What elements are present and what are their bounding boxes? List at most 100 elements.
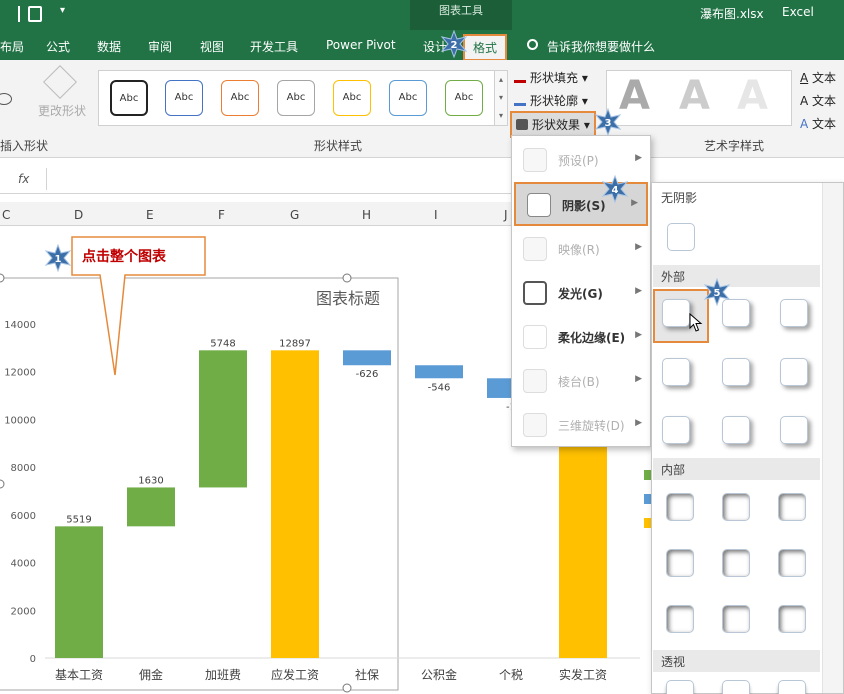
gallery-scrollbar[interactable] [822,183,843,693]
outer-shadow-option[interactable] [780,358,808,386]
3d-rotation-icon [523,413,547,437]
outer-shadow-option[interactable] [662,416,690,444]
column-header[interactable]: H [362,208,371,222]
column-header[interactable]: J [504,208,508,222]
column-header[interactable]: G [290,208,299,222]
menu-item-label: 发光(G) [558,287,603,301]
tab-formulas[interactable]: 公式 [46,38,70,55]
x-tick-label: 公积金 [421,667,457,682]
outer-shadow-option[interactable] [722,416,750,444]
shape-style-swatch[interactable]: Abc [445,80,483,116]
perspective-shadow-option[interactable] [666,680,694,694]
column-header[interactable]: D [74,208,83,222]
menu-item-glow[interactable]: 发光(G) ▶ [512,272,650,314]
menu-item-3d-rotation[interactable]: 三维旋转(D) ▶ [512,404,650,446]
inner-shadow-option[interactable] [722,493,750,521]
wordart-style-icon[interactable]: A [737,73,768,119]
selection-handle[interactable] [342,683,352,693]
inner-shadow-option[interactable] [722,605,750,633]
inner-shadow-option[interactable] [778,493,806,521]
text-fill-icon: A [800,71,809,85]
shape-style-swatch[interactable]: Abc [221,80,259,116]
no-shadow-option[interactable] [667,223,695,251]
data-bar[interactable] [127,487,175,527]
wordart-style-icon[interactable]: A [619,73,650,119]
inner-shadow-option[interactable] [666,493,694,521]
inner-shadow-option[interactable] [666,549,694,577]
print-preview-icon[interactable] [28,6,42,22]
data-label: -626 [356,369,379,380]
column-header[interactable]: I [434,208,438,222]
outer-shadow-option[interactable] [722,358,750,386]
svg-text:5: 5 [714,288,721,299]
shape-effects-icon [516,119,528,130]
quick-access-dropdown-icon[interactable]: ▾ [60,5,65,16]
outer-shadow-option[interactable] [662,358,690,386]
menu-item-reflection[interactable]: 映像(R) ▶ [512,228,650,270]
svg-text:4: 4 [612,185,619,196]
tab-power-pivot[interactable]: Power Pivot [326,38,396,52]
shape-effects-button[interactable]: 形状效果 ▾ [510,111,596,138]
step-badge: 3 [594,107,622,137]
x-tick-label: 社保 [355,667,379,682]
perspective-shadow-option[interactable] [722,680,750,694]
lightbulb-search-icon[interactable] [527,39,538,50]
column-header[interactable]: C [2,208,10,222]
selection-handle[interactable] [0,273,5,283]
menu-item-soft-edges[interactable]: 柔化边缘(E) ▶ [512,316,650,358]
data-bar[interactable] [415,365,463,379]
callout-text: 点击整个图表 [82,249,166,265]
tab-layout[interactable]: 布局 [0,38,24,55]
tab-review[interactable]: 审阅 [148,38,172,55]
tab-data[interactable]: 数据 [97,38,121,55]
column-header[interactable]: E [146,208,154,222]
outer-shadow-option[interactable] [780,299,808,327]
data-label: 5748 [210,338,235,349]
step-badge: 4 [601,174,629,204]
chart-title[interactable]: 图表标题 [316,289,380,308]
perspective-shadow-option[interactable] [778,680,806,694]
submenu-arrow-icon: ▶ [635,418,642,428]
shape-style-swatch[interactable]: Abc [165,80,203,116]
inner-shadow-option[interactable] [778,549,806,577]
data-bar[interactable] [271,350,319,658]
menu-item-label: 映像(R) [558,243,600,257]
shape-fill-button[interactable]: 形状填充 ▾ [514,69,588,86]
shape-style-swatch[interactable]: Abc [110,80,148,116]
text-cmd-label: 文本 [812,71,837,85]
shadow-icon [527,193,551,217]
selection-handle[interactable] [342,273,352,283]
text-cmd-label: 文本 [812,94,837,108]
column-header[interactable]: F [218,208,225,222]
shape-outline-button[interactable]: 形状轮廓 ▾ [514,92,588,109]
fx-icon[interactable]: fx [18,172,29,186]
data-bar[interactable] [55,526,103,658]
inner-shadow-option[interactable] [666,605,694,633]
menu-item-bevel[interactable]: 棱台(B) ▶ [512,360,650,402]
inner-shadow-option[interactable] [722,549,750,577]
wordart-style-icon[interactable]: A [679,73,710,119]
outer-shadow-option[interactable] [780,416,808,444]
shape-style-swatch[interactable]: Abc [389,80,427,116]
shape-style-swatch[interactable]: Abc [333,80,371,116]
tell-me-box[interactable]: 告诉我你想要做什么 [547,38,655,55]
gallery-scroll[interactable]: ▴ ▾ ▾ [494,70,508,126]
outer-shadow-option[interactable] [662,299,690,327]
change-shape-button[interactable]: 更改形状 [38,102,86,119]
data-bar[interactable] [343,350,391,366]
menu-item-preset[interactable]: 预设(P) ▶ [512,139,650,181]
bevel-icon [523,369,547,393]
y-tick-label: 0 [30,654,36,665]
tab-developer[interactable]: 开发工具 [250,38,298,55]
selection-handle[interactable] [0,479,5,489]
text-fill-button[interactable]: A 文本 [800,69,836,86]
inner-shadow-option[interactable] [778,605,806,633]
y-tick-label: 4000 [11,559,36,570]
tab-format[interactable]: 格式 [463,34,508,61]
shadow-gallery: 无阴影 外部 内部 透视 [651,182,844,694]
shape-style-swatch[interactable]: Abc [277,80,315,116]
section-perspective: 透视 [653,650,820,672]
text-outline-button[interactable]: A 文本 [800,92,836,109]
text-effects-button[interactable]: A 文本 [800,115,836,132]
tab-view[interactable]: 视图 [200,38,224,55]
